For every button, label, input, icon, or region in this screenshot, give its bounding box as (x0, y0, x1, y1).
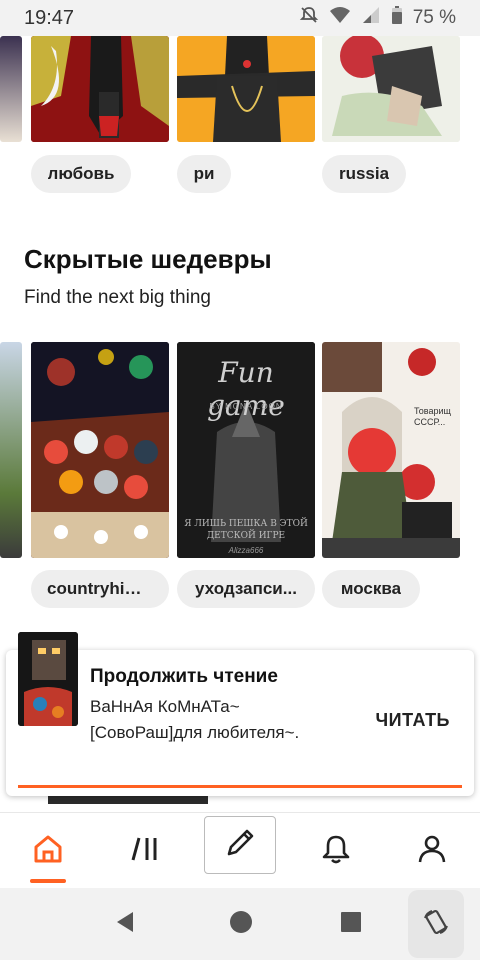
continue-reading-title: Продолжить чтение (90, 666, 278, 687)
continue-reading-story: ВаНнАя КоМнАТа~[СовоРаш]для любителя~. (90, 697, 300, 742)
section-title: Скрытые шедевры (24, 244, 272, 274)
wifi-icon (329, 5, 351, 31)
reading-progress-fill (18, 785, 462, 788)
tag-chip[interactable]: любовь (31, 155, 131, 193)
nav-notifications[interactable] (300, 813, 372, 889)
story-cover-countryhumans[interactable] (31, 342, 169, 558)
system-home-button[interactable] (226, 888, 256, 960)
recents-square-icon (339, 910, 363, 939)
status-icons: 75 % (299, 5, 456, 31)
cover-author: BY MONA LOON (209, 402, 283, 411)
cover-speech-bubble: Товарищ СССР... (414, 406, 451, 427)
story-cover-fun-game[interactable]: Fun game BY MONA LOON Я ЛИШЬ ПЕШКА В ЭТО… (177, 342, 315, 558)
home-circle-icon (229, 910, 253, 939)
status-bar: 19:47 75 % (0, 0, 480, 36)
system-back-button[interactable] (110, 888, 140, 960)
tag-chip[interactable]: countryhim... (31, 570, 169, 608)
home-icon (31, 832, 65, 871)
profile-icon (415, 832, 449, 871)
system-recents-button[interactable] (336, 888, 366, 960)
notifications-icon (319, 832, 353, 871)
cover-title: Fun game (207, 356, 285, 422)
status-time: 19:47 (24, 6, 75, 29)
section-subtitle: Find the next big thing (24, 287, 211, 308)
mute-icon (299, 5, 319, 31)
tag-chip[interactable]: ри (177, 155, 231, 193)
story-cover-ussr-dog[interactable] (31, 36, 169, 142)
cover-signature: Alizza666 (228, 546, 264, 555)
battery-icon (391, 5, 403, 31)
story-cover-moscow[interactable]: Товарищ СССР... (322, 342, 460, 558)
nav-write[interactable] (204, 816, 276, 874)
tag-chip[interactable]: москва (322, 570, 420, 608)
nav-profile[interactable] (396, 813, 468, 889)
story-cover-partial-left[interactable] (0, 36, 22, 142)
continue-reading-thumbnail[interactable] (18, 632, 78, 726)
nav-home[interactable] (12, 813, 84, 889)
cover-caption: Я ЛИШЬ ПЕШКА В ЭТОЙ ДЕТСКОЙ ИГРЕ (184, 519, 308, 541)
write-icon (223, 826, 257, 865)
rotate-icon (422, 908, 450, 941)
nav-library[interactable] (110, 813, 182, 889)
library-icon (129, 832, 163, 871)
nav-active-indicator (30, 879, 66, 883)
story-cover-watercolor[interactable] (322, 36, 460, 142)
rotate-screen-button[interactable] (408, 890, 464, 958)
reading-progress-bar (18, 785, 462, 788)
tag-chip[interactable]: russia (322, 155, 406, 193)
story-cover-partial-left[interactable] (0, 342, 22, 558)
back-triangle-icon (113, 910, 137, 939)
story-cover-orange-figure[interactable] (177, 36, 315, 142)
signal-icon (361, 5, 381, 31)
tag-chip[interactable]: уходзапси... (177, 570, 315, 608)
battery-percent: 75 % (412, 7, 456, 28)
read-button[interactable]: ЧИТАТЬ (376, 710, 450, 731)
